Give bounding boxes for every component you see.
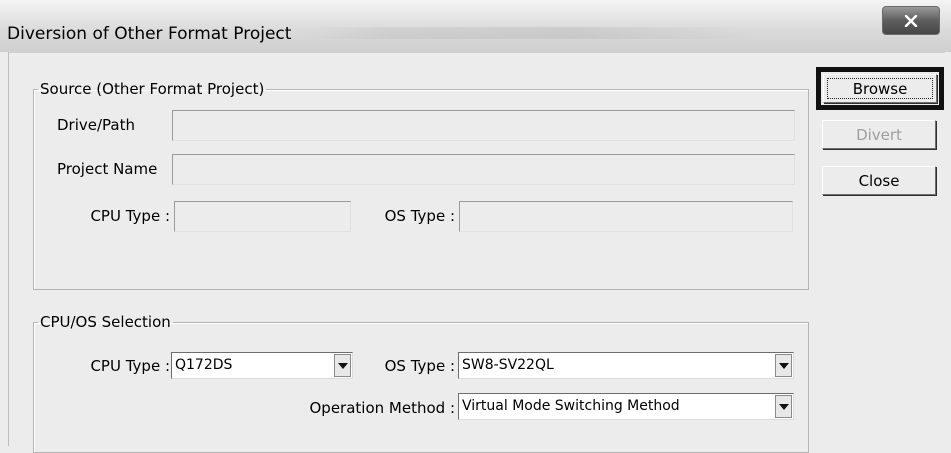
drive-path-field [172,110,795,141]
cpu-type-value: Q172DS [175,357,233,373]
source-os-type-label: OS Type : [384,207,455,225]
cpu-type-label: CPU Type : [90,357,170,375]
source-os-type-field [459,201,793,232]
title-bar-ghost-menu [300,27,760,39]
operation-method-value: Virtual Mode Switching Method [462,398,680,414]
operation-method-label: Operation Method : [309,399,456,417]
close-button[interactable]: Close [822,166,936,195]
os-type-select[interactable]: SW8-SV22QL [458,352,794,379]
cpu-os-selection-group: CPU/OS Selection [33,313,809,453]
source-group-label: Source (Other Format Project) [40,80,265,98]
operation-method-select[interactable]: Virtual Mode Switching Method [458,393,794,420]
title-bar[interactable]: Diversion of Other Format Project [0,0,951,52]
browse-button-label: Browse [827,78,933,99]
cpu-type-select[interactable]: Q172DS [171,352,353,379]
os-type-label: OS Type : [384,357,455,375]
operation-method-dropdown-arrow-icon[interactable] [775,395,792,418]
cpu-type-dropdown-arrow-icon[interactable] [334,354,351,377]
window-close-button[interactable] [882,6,940,35]
os-type-value: SW8-SV22QL [462,357,554,373]
diversion-dialog: Diversion of Other Format Project Source… [0,0,951,453]
source-cpu-type-label: CPU Type : [90,207,170,225]
project-name-field [172,154,795,185]
close-icon [904,14,918,27]
source-cpu-type-field [174,201,351,232]
os-type-dropdown-arrow-icon[interactable] [775,354,792,377]
cpu-os-selection-label: CPU/OS Selection [40,313,171,331]
drive-path-label: Drive/Path [57,116,135,134]
browse-button[interactable]: Browse [823,74,937,103]
divert-button[interactable]: Divert [822,120,936,149]
window-title: Diversion of Other Format Project [7,24,292,44]
project-name-label: Project Name [57,160,158,178]
